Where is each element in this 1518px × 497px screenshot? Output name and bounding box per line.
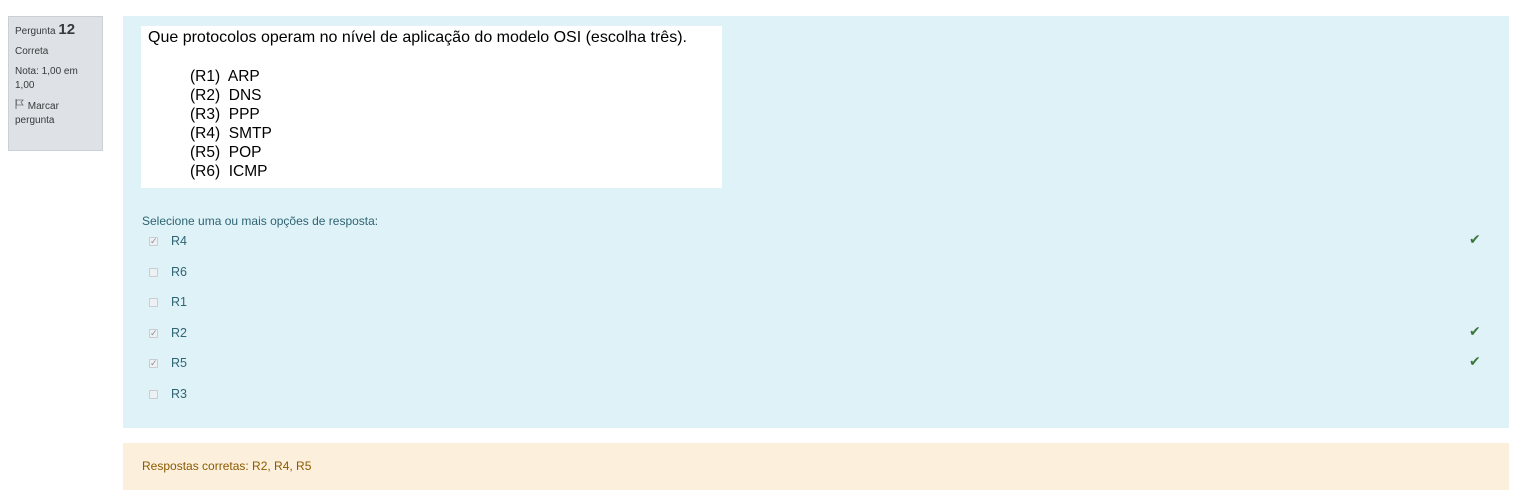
- question-number: 12: [58, 21, 76, 38]
- flag-icon: [15, 99, 25, 114]
- question-item: (R2) DNS: [190, 87, 262, 104]
- answer-option[interactable]: R3: [123, 387, 1509, 418]
- right-answer-text: Respostas corretas: R2, R4, R5: [142, 459, 312, 473]
- answer-option[interactable]: R1: [123, 295, 1509, 326]
- answer-label: R3: [171, 386, 187, 401]
- checkbox-check-icon: ✓: [150, 327, 158, 338]
- question-grade: Nota: 1,00 em 1,00: [15, 66, 78, 91]
- answer-checkbox[interactable]: ✓: [149, 358, 158, 369]
- answer-option[interactable]: ✓ R4 ✔: [123, 231, 1509, 265]
- question-prefix: Pergunta: [15, 26, 56, 37]
- question-image: Que protocolos operam no nível de aplica…: [141, 26, 722, 188]
- answer-option[interactable]: R6: [123, 265, 1509, 296]
- question-state: Correta: [15, 46, 49, 57]
- answer-label: R2: [171, 325, 187, 340]
- answer-prompt: Selecione uma ou mais opções de resposta…: [142, 214, 379, 228]
- answer-checkbox[interactable]: ✓: [149, 327, 158, 338]
- question-item: (R1) ARP: [190, 68, 260, 85]
- check-icon: ✔: [1469, 353, 1481, 370]
- checkbox-check-icon: ✓: [150, 236, 158, 246]
- check-icon: ✔: [1469, 322, 1481, 339]
- answer-checkbox[interactable]: [149, 298, 158, 308]
- flag-question-link[interactable]: Marcar pergunta: [15, 99, 97, 128]
- answer-checkbox[interactable]: ✓: [149, 236, 158, 246]
- question-number-line: Pergunta 12: [15, 21, 97, 39]
- question-item: (R4) SMTP: [190, 125, 272, 142]
- checkbox-check-icon: ✓: [150, 358, 158, 369]
- answer-label: R4: [171, 234, 187, 248]
- answer-list: ✓ R4 ✔ R6 R1 ✓ R2 ✔ ✓ R5 ✔ R3: [123, 231, 1509, 418]
- question-items: (R1) ARP (R2) DNS (R3) PPP (R4) SMTP (R5…: [190, 67, 272, 181]
- outcome-panel: Respostas corretas: R2, R4, R5: [123, 443, 1509, 490]
- question-text: Que protocolos operam no nível de aplica…: [148, 29, 687, 46]
- question-item: (R3) PPP: [190, 106, 260, 123]
- answer-label: R1: [171, 295, 187, 310]
- answer-option[interactable]: ✓ R2 ✔: [123, 322, 1509, 357]
- question-item: (R5) POP: [190, 144, 262, 161]
- question-formulation: Que protocolos operam no nível de aplica…: [123, 16, 1509, 428]
- check-icon: ✔: [1469, 231, 1481, 247]
- answer-checkbox[interactable]: [149, 267, 158, 277]
- answer-label: R5: [171, 356, 187, 371]
- answer-label: R6: [171, 264, 187, 279]
- question-info-panel: Pergunta 12 Correta Nota: 1,00 em 1,00 M…: [8, 16, 103, 151]
- question-item: (R6) ICMP: [190, 163, 268, 180]
- answer-option[interactable]: ✓ R5 ✔: [123, 353, 1509, 387]
- answer-checkbox[interactable]: [149, 389, 158, 399]
